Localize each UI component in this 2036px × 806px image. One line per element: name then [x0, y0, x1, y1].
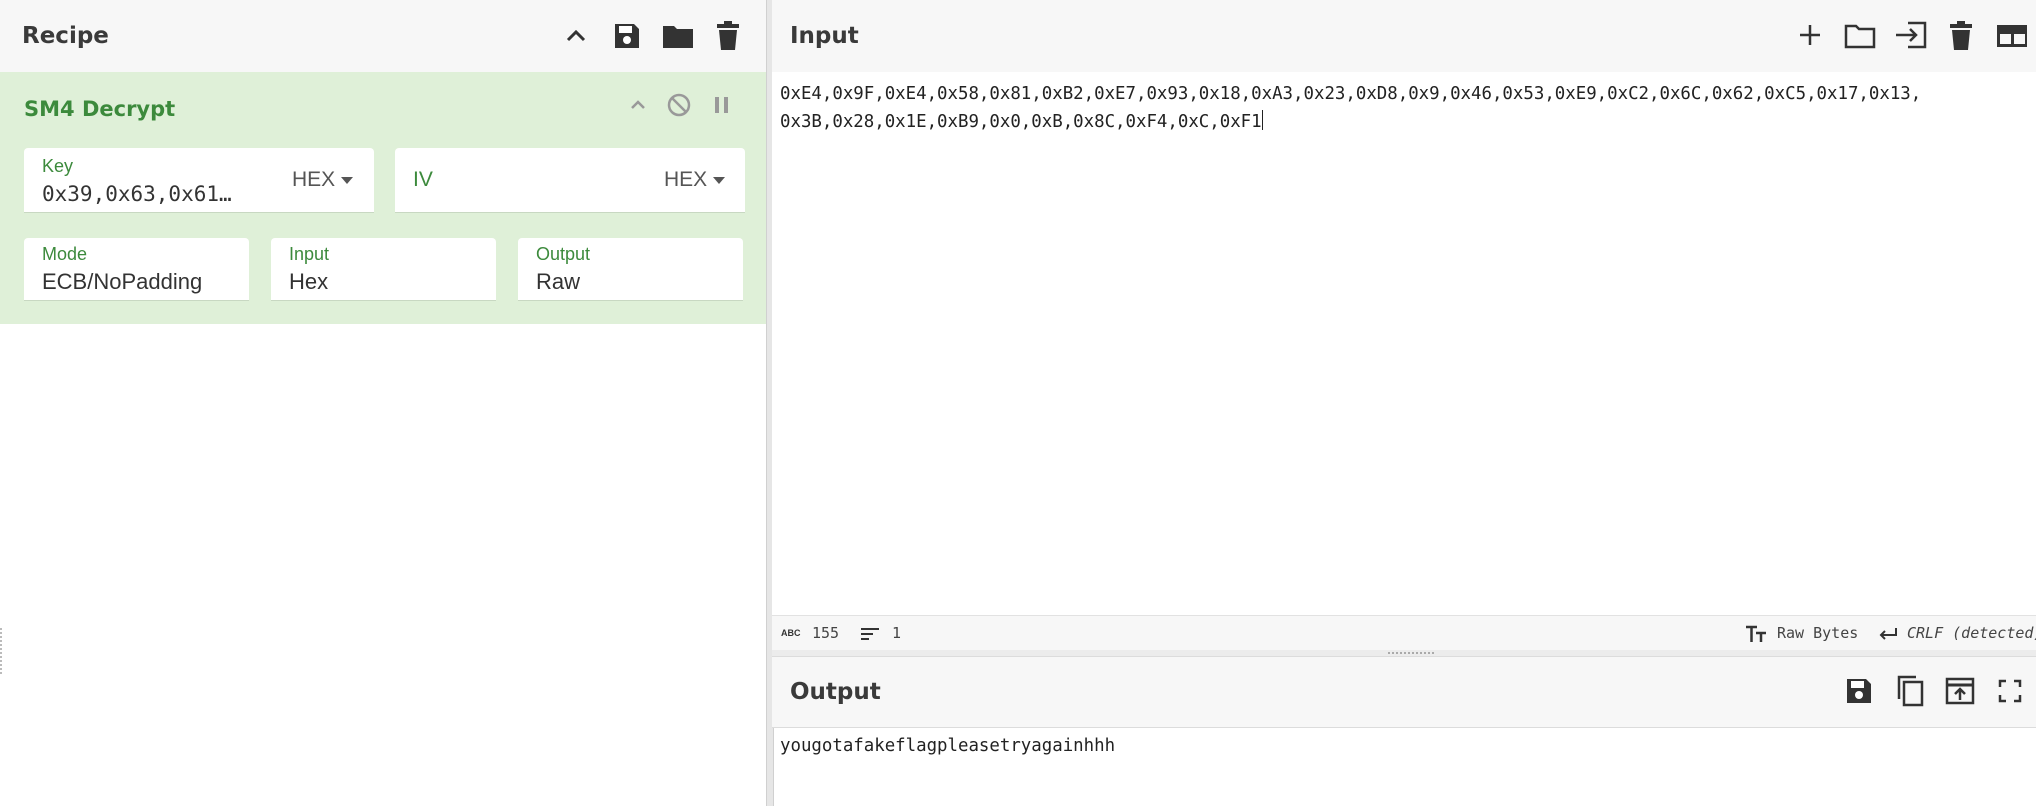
- char-count-icon: ABC: [781, 628, 801, 638]
- input-line-2: 0x3B,0x28,0x1E,0xB9,0x0,0xB,0x8C,0xF4,0x…: [780, 108, 1263, 136]
- input-line-1: 0xE4,0x9F,0xE4,0x58,0x81,0xB2,0xE7,0x93,…: [780, 84, 1922, 104]
- encoding-label[interactable]: Raw Bytes: [1777, 624, 1858, 642]
- key-field[interactable]: Key 0x39,0x63,0x61… HEX: [24, 148, 374, 213]
- replace-input-icon[interactable]: [1945, 677, 1975, 705]
- eol-label[interactable]: CRLF (detected): [1907, 624, 2036, 642]
- input-status-bar: ABC 155 1 Raw Bytes CRLF (detected): [772, 615, 2036, 652]
- input-format-value: Hex: [289, 269, 329, 294]
- mode-select[interactable]: Mode ECB/NoPadding: [24, 238, 249, 301]
- key-value[interactable]: 0x39,0x63,0x61…: [42, 182, 232, 206]
- mode-label: Mode: [42, 244, 88, 264]
- trash-icon[interactable]: [1949, 21, 1973, 51]
- key-format-label: HEX: [292, 168, 336, 191]
- input-format-select[interactable]: Input Hex: [271, 238, 496, 301]
- copy-icon[interactable]: [1895, 675, 1925, 707]
- iv-format-label: HEX: [664, 168, 708, 191]
- operation-sm4-decrypt: SM4 Decrypt Key 0x39,0x63,0x61… HEX IV H…: [0, 72, 766, 324]
- iv-field[interactable]: IV HEX: [395, 148, 745, 213]
- line-count: 1: [892, 624, 902, 642]
- input-header: Input: [772, 0, 2036, 73]
- operation-title: SM4 Decrypt: [24, 97, 176, 121]
- folder-icon[interactable]: [1844, 23, 1876, 49]
- eol-icon[interactable]: [1878, 626, 1898, 642]
- input-panel: Input 0xE4,0x9F,0xE4,0x58,0x81,0xB2,0xE7…: [772, 0, 2036, 652]
- layout-icon[interactable]: [1996, 24, 2028, 48]
- key-format-dropdown[interactable]: HEX: [292, 168, 354, 192]
- iv-format-dropdown[interactable]: HEX: [664, 168, 726, 192]
- recipe-panel: Recipe SM4 Decrypt Key 0x39,0x63,0x61… H…: [0, 0, 766, 806]
- maximise-icon[interactable]: [1998, 679, 2022, 703]
- iv-label: IV: [413, 168, 433, 191]
- recipe-header: Recipe: [0, 0, 766, 73]
- save-icon[interactable]: [1845, 677, 1873, 705]
- char-count: 155: [812, 624, 840, 642]
- left-edge-handle[interactable]: [0, 628, 4, 674]
- text-size-icon[interactable]: [1745, 625, 1767, 643]
- folder-icon[interactable]: [662, 23, 694, 49]
- input-title: Input: [790, 23, 859, 49]
- input-textarea[interactable]: 0xE4,0x9F,0xE4,0x58,0x81,0xB2,0xE7,0x93,…: [772, 72, 2036, 615]
- text-cursor: [1261, 110, 1263, 130]
- key-label: Key: [42, 156, 74, 176]
- output-title: Output: [790, 679, 881, 705]
- output-header: Output: [772, 656, 2036, 728]
- output-format-label: Output: [536, 244, 591, 264]
- chevron-down-icon: [341, 176, 354, 184]
- chevron-down-icon: [713, 176, 726, 184]
- input-line-2-text: 0x3B,0x28,0x1E,0xB9,0x0,0xB,0x8C,0xF4,0x…: [780, 112, 1262, 132]
- save-icon[interactable]: [613, 22, 641, 50]
- output-panel: Output yougotafakeflagpleasetryagainhhh: [772, 656, 2036, 806]
- chevron-up-icon[interactable]: [563, 25, 589, 47]
- mode-value: ECB/NoPadding: [42, 269, 203, 294]
- output-text[interactable]: yougotafakeflagpleasetryagainhhh: [780, 736, 1115, 756]
- input-format-label: Input: [289, 244, 330, 264]
- recipe-title: Recipe: [22, 23, 109, 49]
- output-format-value: Raw: [536, 269, 581, 294]
- pause-icon[interactable]: [713, 95, 731, 115]
- plus-icon[interactable]: [1797, 22, 1823, 48]
- import-icon[interactable]: [1894, 21, 1928, 49]
- chevron-up-icon[interactable]: [628, 96, 648, 114]
- line-count-icon: [861, 628, 879, 640]
- trash-icon[interactable]: [716, 21, 740, 51]
- disable-icon[interactable]: [667, 93, 691, 117]
- output-format-select[interactable]: Output Raw: [518, 238, 743, 301]
